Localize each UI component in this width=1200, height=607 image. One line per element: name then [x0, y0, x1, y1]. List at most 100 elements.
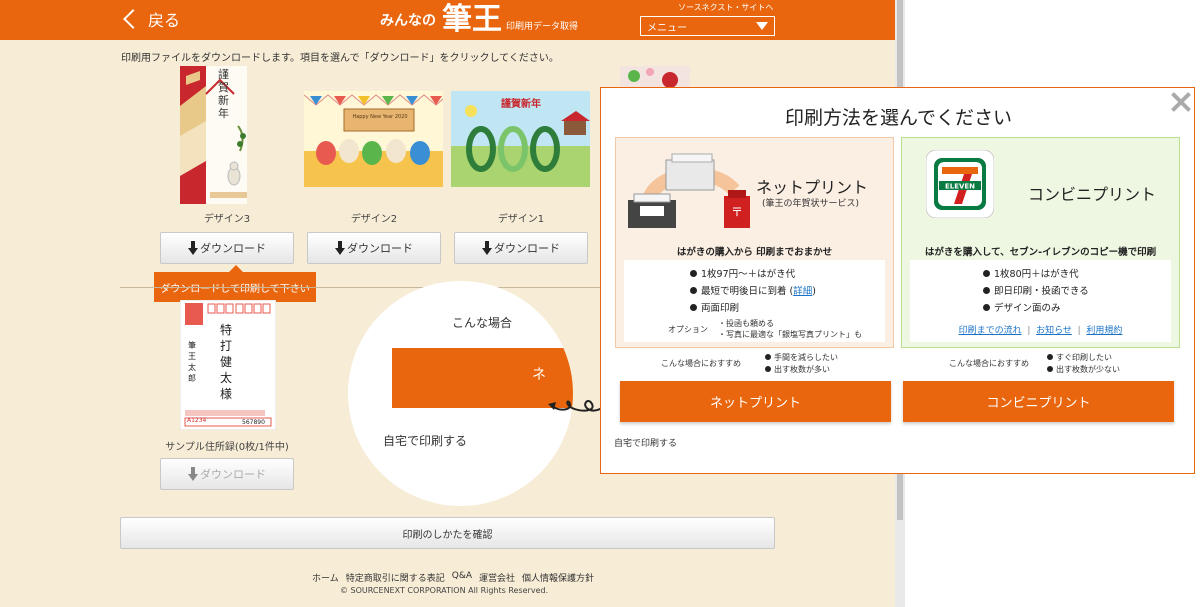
netprint-option-label: オプション: [668, 325, 708, 334]
bullet-icon: [983, 304, 990, 311]
address-postal-code: 567890: [242, 419, 265, 426]
bullet-icon: [1047, 354, 1053, 360]
netprint-option-2: ・写真に最適な「銀塩写真プリント」も: [718, 330, 862, 339]
instruction-text: 印刷用ファイルをダウンロードします。項目を選んで「ダウンロード」をクリックしてく…: [121, 53, 559, 64]
bullet-icon: [1047, 366, 1053, 372]
menu-dropdown[interactable]: メニュー: [640, 16, 775, 36]
close-icon[interactable]: [1170, 91, 1192, 113]
spotlight-hint: こんな場合 ネ 自宅で印刷する: [348, 281, 573, 506]
design2-download-button[interactable]: ダウンロード: [307, 232, 441, 264]
netprint-feature-price: 1枚97円～＋はがき代: [690, 266, 795, 280]
download-arrow-icon: [482, 241, 492, 255]
cvsprint-recommend-1: すぐ印刷したい: [1047, 352, 1112, 363]
design3-banner: 謹賀新年: [218, 68, 229, 120]
download-label: ダウンロード: [200, 242, 266, 255]
download-label: ダウンロード: [494, 242, 560, 255]
cvsprint-recommend-label: こんな場合におすすめ: [949, 359, 1029, 368]
design2-banner: Happy New Year 2020: [352, 114, 408, 120]
netprint-recommend-label: こんな場合におすすめ: [661, 359, 741, 368]
netprint-panel[interactable]: 〒 ネットプリント (筆王の年賀状サービス) はがきの購入から 印刷までおまかせ…: [615, 137, 894, 348]
netprint-recommend-2: 出す枚数が多い: [765, 364, 830, 375]
netprint-recommend-1: 手間を減らしたい: [765, 352, 838, 363]
cvsprint-news-link[interactable]: お知らせ: [1036, 326, 1072, 336]
svg-text:〒: 〒: [731, 205, 743, 219]
netprint-title: ネットプリント: [756, 178, 869, 197]
footer-link-home[interactable]: ホーム: [312, 571, 339, 584]
cvsprint-title: コンビニプリント: [1028, 185, 1157, 204]
design2-thumbnail[interactable]: Happy New Year 2020: [303, 91, 444, 187]
copyright: © SOURCENEXT CORPORATION All Rights Rese…: [340, 586, 549, 595]
footer-link-legal[interactable]: 特定商取引に関する表記: [346, 571, 445, 584]
netprint-feature-duplex: 両面印刷: [690, 300, 739, 314]
netprint-headline: はがきの購入から 印刷までおまかせ: [676, 247, 833, 258]
netprint-button[interactable]: ネットプリント: [620, 381, 891, 422]
design3-thumbnail[interactable]: 謹賀新年: [180, 66, 247, 204]
design2-label: デザイン2: [350, 214, 398, 225]
design1-banner: 謹賀新年: [501, 99, 541, 110]
design3-download-button[interactable]: ダウンロード: [160, 232, 294, 264]
bullet-icon: [765, 354, 771, 360]
seven-eleven-logo-text: ELEVEN: [945, 183, 975, 191]
cvsprint-feature-price: 1枚80円＋はがき代: [983, 266, 1079, 280]
seven-eleven-logo: ELEVEN: [926, 150, 994, 218]
address-sender: 筆王太郎: [188, 341, 196, 383]
download-arrow-icon: [188, 467, 198, 481]
spotlight-home-print: 自宅で印刷する: [383, 434, 468, 448]
netprint-option-1: ・投函も頼める: [718, 319, 774, 328]
cvsprint-headline: はがきを購入して、セブン‐イレブンのコピー機で印刷: [924, 247, 1157, 258]
design1-label: デザイン1: [497, 214, 545, 225]
netprint-subtitle: (筆王の年賀状サービス): [762, 199, 860, 209]
cvsprint-feature-sameday: 即日印刷・投函できる: [983, 283, 1089, 297]
triangle-down-icon: [756, 22, 768, 30]
download-label: ダウンロード: [347, 242, 413, 255]
design4-thumbnail[interactable]: [620, 66, 690, 87]
design3-label: デザイン3: [203, 214, 251, 225]
cvsprint-panel[interactable]: ELEVEN コンビニプリント はがきを購入して、セブン‐イレブンのコピー機で印…: [901, 137, 1180, 348]
netprint-feature-delivery: 最短で明後日に到着 (詳細): [690, 283, 816, 297]
logo-suffix: 印刷用データ取得: [506, 22, 579, 32]
logo-prefix: みんなの: [380, 13, 436, 29]
print-method-modal: 印刷方法を選んでください 〒 ネットプリント (筆王の年賀状サービス) はがきの…: [600, 87, 1195, 474]
cvsprint-links: 印刷までの流れ | お知らせ | 利用規約: [958, 326, 1123, 336]
design1-thumbnail[interactable]: 謹賀新年: [451, 91, 590, 187]
cvsprint-recommend-2: 出す枚数が少ない: [1047, 364, 1120, 375]
address-recipient: 特打健太様: [220, 323, 233, 401]
confirm-print-method-button[interactable]: 印刷のしかたを確認: [120, 517, 775, 549]
header-bar: 戻る みんなの 筆王 印刷用データ取得 ソースネクスト・サイトへ メニュー: [0, 0, 895, 40]
cvsprint-button[interactable]: コンビニプリント: [903, 381, 1174, 422]
back-button[interactable]: 戻る: [120, 6, 180, 32]
address-sender-code: A1234: [187, 417, 207, 424]
address-download-button[interactable]: ダウンロード: [160, 458, 294, 490]
download-label: ダウンロード: [200, 468, 266, 481]
download-arrow-icon: [188, 241, 198, 255]
bullet-icon: [690, 270, 697, 277]
home-print-link[interactable]: 自宅で印刷する: [614, 436, 677, 449]
download-arrow-icon: [335, 241, 345, 255]
footer-link-qa[interactable]: Q&A: [452, 571, 472, 584]
netprint-feature-box: 1枚97円～＋はがき代 最短で明後日に到着 (詳細) 両面印刷 オプション ・投…: [624, 260, 885, 342]
cvsprint-feature-design-only: デザイン面のみ: [983, 300, 1061, 314]
modal-title: 印刷方法を選んでください: [784, 107, 1013, 129]
sourcenext-site-link[interactable]: ソースネクスト・サイトへ: [678, 2, 773, 13]
address-sample-thumbnail[interactable]: 特打健太様 筆王太郎 A1234 567890: [179, 299, 277, 431]
app-logo: みんなの 筆王 印刷用データ取得: [380, 4, 578, 36]
footer-link-company[interactable]: 運営会社: [479, 571, 515, 584]
footer-link-privacy[interactable]: 個人情報保護方針: [522, 571, 594, 584]
bullet-icon: [765, 366, 771, 372]
netprint-detail-link[interactable]: 詳細: [793, 286, 812, 297]
spotlight-text: こんな場合: [452, 316, 513, 330]
printer-icon: 〒: [628, 153, 750, 228]
bullet-icon: [690, 304, 697, 311]
cvsprint-flow-link[interactable]: 印刷までの流れ: [959, 326, 1022, 336]
cvsprint-terms-link[interactable]: 利用規約: [1086, 326, 1122, 336]
design1-download-button[interactable]: ダウンロード: [454, 232, 588, 264]
footer-links: ホーム 特定商取引に関する表記 Q&A 運営会社 個人情報保護方針: [312, 571, 594, 584]
back-label: 戻る: [148, 11, 181, 30]
logo-main: 筆王: [442, 2, 502, 37]
chevron-left-icon: [123, 9, 143, 29]
address-sample-label: サンプル住所録(0枚/1件中): [165, 442, 289, 453]
bullet-icon: [690, 287, 697, 294]
bullet-icon: [983, 270, 990, 277]
bullet-icon: [983, 287, 990, 294]
menu-label: メニュー: [647, 22, 687, 34]
